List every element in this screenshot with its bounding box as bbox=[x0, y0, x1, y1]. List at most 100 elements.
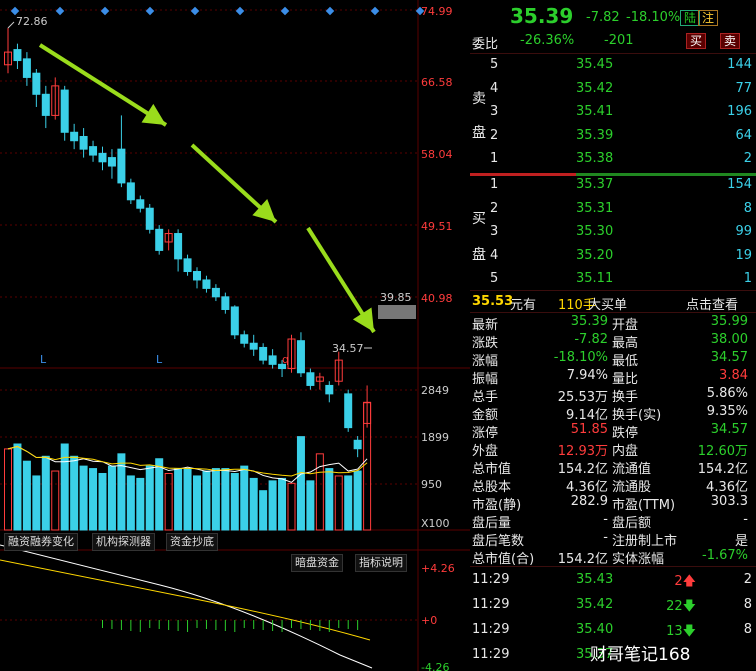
dark-pool-button[interactable]: 暗盘资金 bbox=[291, 554, 343, 572]
price-tick-label: 66.58 bbox=[421, 76, 453, 89]
ask-level: 5 bbox=[490, 57, 499, 72]
tab-bottom-fishing[interactable]: 资金抄底 bbox=[166, 533, 218, 551]
price-change: -7.82 bbox=[586, 10, 620, 25]
ask-side-label-1: 卖 bbox=[472, 91, 486, 107]
bid-price: 35.11 bbox=[576, 271, 614, 286]
volume-bar bbox=[41, 455, 50, 531]
last-price-label: 39.85 bbox=[380, 291, 412, 304]
candle-body bbox=[22, 58, 31, 78]
volume-bar bbox=[164, 472, 173, 531]
bid-row[interactable]: 5 35.11 1 bbox=[470, 269, 756, 290]
stat-label: 总股本 bbox=[472, 480, 512, 495]
buy-button[interactable]: 买 bbox=[686, 33, 707, 49]
ask-row[interactable]: 5 35.45 144 bbox=[470, 55, 756, 76]
indicator-help-button[interactable]: 指标说明 bbox=[355, 554, 407, 572]
volume-bar bbox=[22, 460, 31, 531]
sell-button[interactable]: 卖 bbox=[720, 33, 741, 49]
arrow-up-icon: 🡅 bbox=[682, 574, 696, 589]
volume-tick-label: X100 bbox=[421, 517, 450, 530]
tick-count: 8 bbox=[743, 622, 752, 637]
tick-price: 35.40 bbox=[576, 622, 614, 637]
tab-institution-detector[interactable]: 机构探测器 bbox=[92, 533, 155, 551]
stat-row: 金额 9.14亿 换手(实) 9.35% bbox=[470, 404, 756, 423]
stat-value: -1.67% bbox=[702, 548, 748, 563]
candle-body bbox=[344, 393, 353, 429]
volume-bar bbox=[51, 470, 60, 531]
bid-row[interactable]: 3 35.30 99 bbox=[470, 222, 756, 243]
candle-body bbox=[145, 207, 154, 230]
weibi-label: 委比 bbox=[472, 37, 499, 52]
volume-bar bbox=[174, 468, 183, 531]
stat-value: 35.39 bbox=[570, 314, 608, 329]
volume-bar bbox=[155, 458, 164, 531]
badge-zhu[interactable]: 注 bbox=[698, 10, 719, 26]
tab-margin-trading[interactable]: 融资融券变化 bbox=[4, 533, 78, 551]
badge-lu[interactable]: 陆 bbox=[680, 10, 701, 26]
signal-marker: q bbox=[282, 353, 289, 366]
candle-body bbox=[174, 233, 183, 260]
tick-count: 2 bbox=[743, 572, 752, 587]
indicator-tick-label: +0 bbox=[421, 614, 437, 627]
arrow-down-icon: 🡇 bbox=[682, 599, 696, 614]
bid-row[interactable]: 1 35.37 154 bbox=[470, 175, 756, 196]
current-price: 35.39 bbox=[510, 4, 574, 28]
tick-row: 11:29 35.43 2🡅 2 bbox=[470, 570, 756, 591]
candle-body bbox=[183, 258, 192, 273]
diamond-marker bbox=[10, 6, 20, 16]
stat-value: 12.93万 bbox=[557, 444, 608, 459]
watermark: 财哥笔记168 bbox=[590, 645, 691, 665]
ask-row[interactable]: 4 35.42 77 bbox=[470, 79, 756, 100]
stat-value: 282.9 bbox=[570, 494, 608, 509]
volume-bar bbox=[240, 465, 249, 531]
volume-bar bbox=[13, 443, 22, 531]
bid-row[interactable]: 2 35.31 8 bbox=[470, 199, 756, 220]
stat-row: 市盈(静) 282.9 市盈(TTM) 303.3 bbox=[470, 494, 756, 513]
signal-marker: L bbox=[40, 353, 47, 366]
bid-row[interactable]: 4 35.20 19 bbox=[470, 246, 756, 267]
candle-body bbox=[89, 146, 98, 156]
stat-value: -7.82 bbox=[574, 332, 608, 347]
price-tick-label: 58.04 bbox=[421, 148, 453, 161]
volume-bar bbox=[107, 465, 116, 531]
diamond-marker bbox=[325, 6, 335, 16]
stat-label: 涨停 bbox=[472, 426, 499, 441]
stat-value: 3.84 bbox=[719, 368, 748, 383]
price-tick-label: 74.99 bbox=[421, 5, 453, 18]
tick-time: 11:29 bbox=[472, 647, 510, 662]
volume-tick-label: 2849 bbox=[421, 384, 449, 397]
bid-price: 35.31 bbox=[576, 200, 614, 216]
stat-label: 总手 bbox=[472, 390, 499, 405]
bid-level: 4 bbox=[490, 247, 499, 263]
hi-pointer bbox=[7, 21, 15, 29]
stat-label: 跌停 bbox=[612, 426, 639, 441]
ask-price: 35.41 bbox=[576, 104, 614, 119]
ask-price: 35.38 bbox=[576, 151, 614, 166]
bid-volume: 8 bbox=[743, 200, 752, 216]
bid-level: 2 bbox=[490, 200, 499, 216]
diamond-marker bbox=[100, 6, 110, 16]
big-order-unit: 元有 bbox=[510, 298, 537, 313]
ask-level: 4 bbox=[490, 80, 499, 96]
candle-body bbox=[70, 131, 79, 142]
ask-row[interactable]: 2 35.39 64 bbox=[470, 126, 756, 147]
stat-label: 振幅 bbox=[472, 372, 499, 387]
big-order-link[interactable]: 点击查看 bbox=[686, 294, 738, 313]
arrow-down-icon: 🡇 bbox=[682, 624, 696, 639]
volume-bar bbox=[193, 475, 201, 531]
stat-row: 总市值 154.2亿 流通值 154.2亿 bbox=[470, 458, 756, 477]
volume-bar bbox=[287, 482, 296, 531]
trend-arrow bbox=[190, 143, 278, 224]
ask-row[interactable]: 1 35.38 2 bbox=[470, 149, 756, 170]
stat-value: - bbox=[603, 530, 608, 545]
stat-value: 35.99 bbox=[710, 314, 748, 329]
ask-row[interactable]: 3 35.41 196 bbox=[470, 102, 756, 123]
volume-tick-label: 1899 bbox=[421, 431, 449, 444]
stat-label: 总市值 bbox=[472, 462, 512, 477]
stat-value: 34.57 bbox=[710, 422, 748, 437]
ask-price: 35.39 bbox=[576, 127, 614, 143]
stat-row: 总手 25.53万 换手 5.86% bbox=[470, 386, 756, 405]
bid-price: 35.20 bbox=[576, 247, 614, 263]
stat-label: 涨幅 bbox=[472, 354, 499, 369]
volume-bar bbox=[126, 475, 135, 531]
candle-body bbox=[136, 199, 145, 209]
